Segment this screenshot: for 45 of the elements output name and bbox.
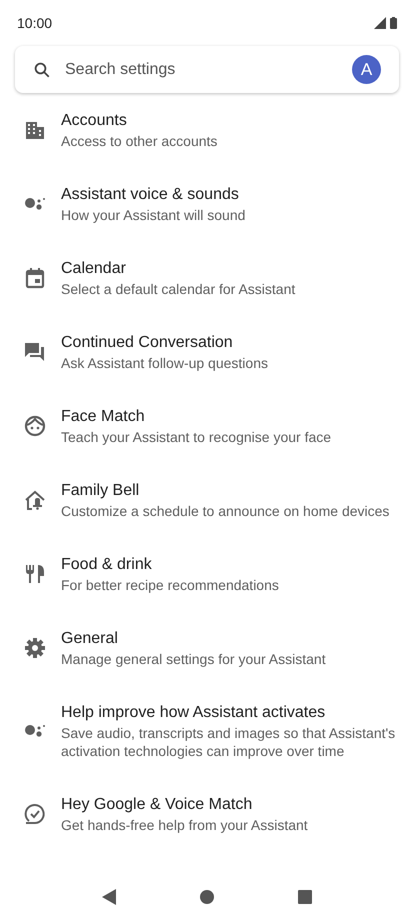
row-subtitle: For better recipe recommendations (61, 576, 279, 594)
row-title: Help improve how Assistant activates (61, 703, 326, 723)
avatar[interactable]: A (352, 55, 381, 84)
row-subtitle: Save audio, transcripts and images so that Assistant's activation technologies can improve over time (61, 724, 396, 760)
utensils-icon (23, 562, 47, 586)
row-title: General (61, 629, 119, 649)
settings-row[interactable]: Continued Conversation Ask Assistant follow-up questions (0, 315, 414, 389)
settings-row[interactable]: Calendar Select a default calendar for Assistant (0, 241, 414, 315)
settings-row[interactable]: Family Bell Customize a schedule to announce on home devices (0, 463, 414, 537)
row-title: Hey Google & Voice Match (61, 795, 254, 815)
row-subtitle: How your Assistant will sound (61, 206, 246, 224)
row-title: Assistant voice & sounds (61, 185, 240, 205)
row-title: Food & drink (61, 555, 153, 575)
gear-icon (23, 636, 47, 660)
search-field[interactable]: Search settings A (15, 46, 399, 93)
clock: 10:00 (17, 14, 52, 32)
back-icon[interactable] (102, 889, 116, 905)
row-title: Face Match (61, 407, 146, 427)
row-title: Continued Conversation (61, 333, 234, 353)
row-subtitle: Teach your Assistant to recognise your face (61, 428, 332, 446)
house-bell-icon (23, 488, 47, 512)
check-bubble-icon (23, 802, 47, 826)
row-title: Accounts (61, 111, 128, 131)
row-subtitle: Ask Assistant follow-up questions (61, 354, 268, 372)
home-icon[interactable] (200, 890, 214, 904)
row-title: Family Bell (61, 481, 140, 501)
settings-row[interactable]: Face Match Teach your Assistant to recognise your face (0, 389, 414, 463)
settings-row[interactable]: Accounts Access to other accounts (0, 93, 414, 167)
row-title: Calendar (61, 259, 127, 279)
row-subtitle: Access to other accounts (61, 132, 218, 150)
row-subtitle: Manage general settings for your Assistant (61, 650, 326, 668)
row-subtitle: Get hands-free help from your Assistant (61, 816, 308, 834)
settings-row[interactable]: General Manage general settings for your Assistant (0, 611, 414, 685)
search-input[interactable]: Search settings (65, 58, 338, 82)
settings-row[interactable]: Assistant voice & sounds How your Assistant will sound (0, 167, 414, 241)
calendar-icon (23, 266, 47, 290)
face-icon (23, 414, 47, 438)
settings-row[interactable]: Hey Google & Voice Match Get hands-free help from your Assistant (0, 777, 414, 851)
row-subtitle: Customize a schedule to announce on home devices (61, 502, 390, 520)
settings-row[interactable]: Help improve how Assistant activates Save audio, transcripts and images so that Assistant's activation technologies can improve over time (0, 685, 414, 777)
row-subtitle: Select a default calendar for Assistant (61, 280, 296, 298)
battery-icon (390, 17, 397, 29)
signal-icon (374, 17, 386, 29)
search-icon (33, 60, 51, 78)
settings-row[interactable]: Food & drink For better recipe recommendations (0, 537, 414, 611)
